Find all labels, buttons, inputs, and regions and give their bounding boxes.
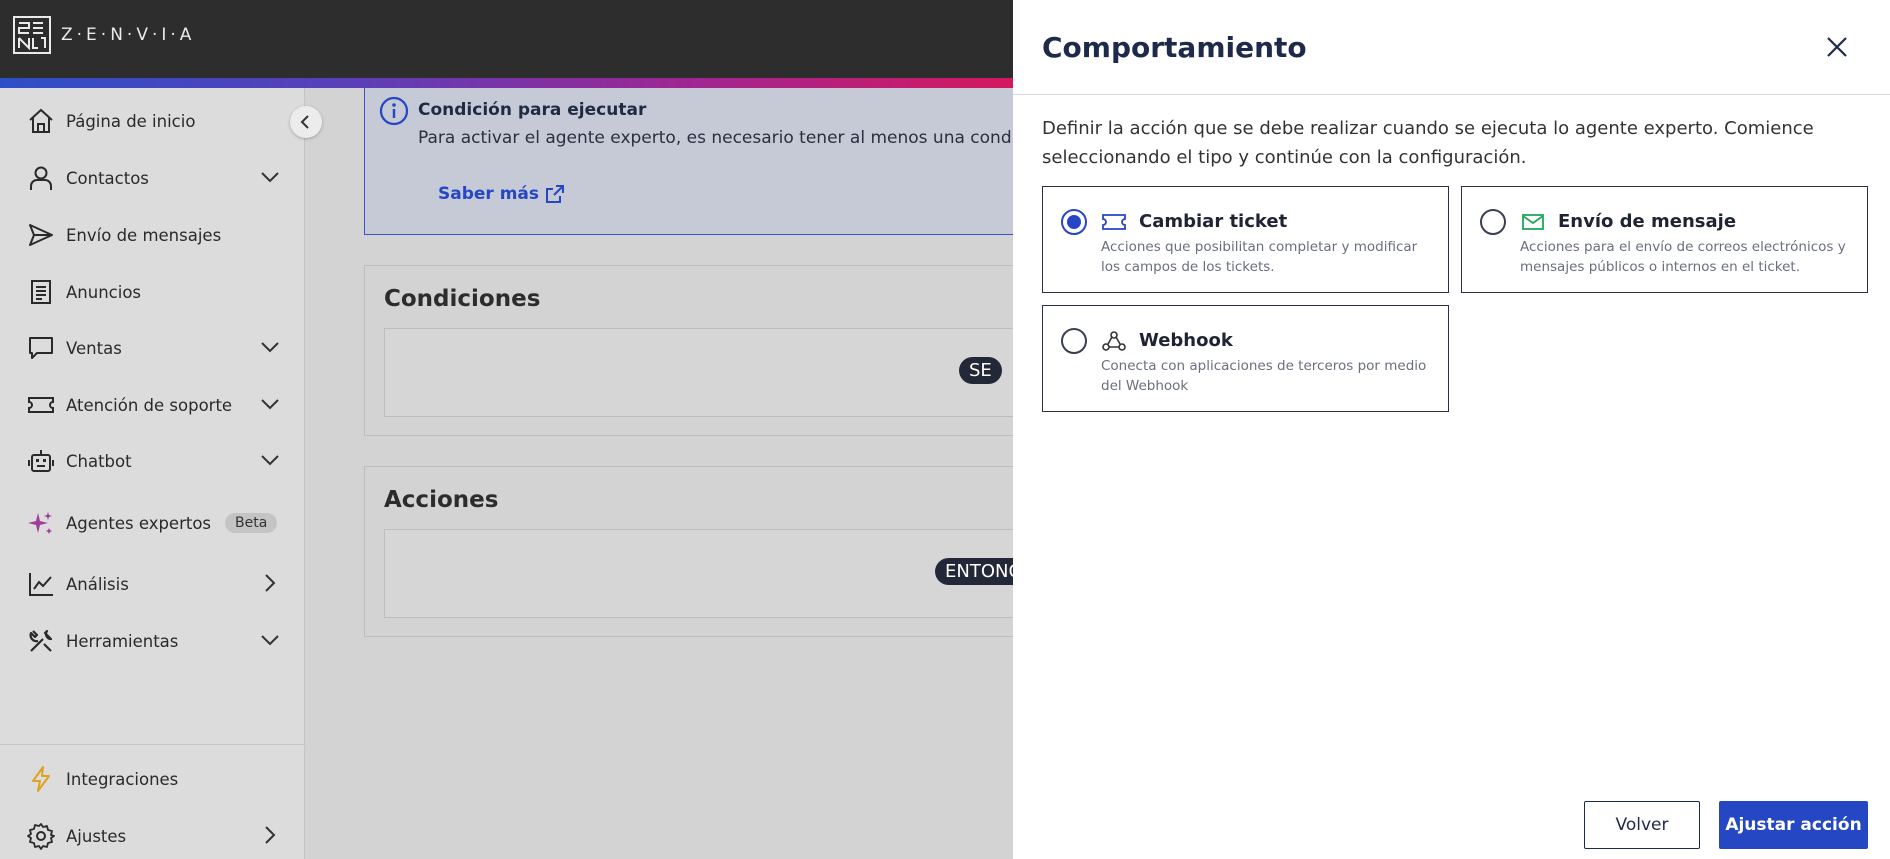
chevron-down-icon[interactable] xyxy=(259,336,281,358)
sidebar-item-expert-agents[interactable]: Agentes expertos Beta xyxy=(0,500,305,546)
option-send-message[interactable]: Envío de mensaje Acciones para el envío … xyxy=(1461,186,1868,293)
option-description: Acciones para el envío de correos electr… xyxy=(1520,239,1846,275)
behavior-drawer: Comportamiento Definir la acción que se … xyxy=(1013,0,1890,859)
gear-icon xyxy=(26,821,56,851)
webhook-icon xyxy=(1102,331,1126,351)
send-icon xyxy=(26,220,56,250)
chart-line-icon xyxy=(26,569,56,599)
back-button[interactable]: Volver xyxy=(1584,801,1700,849)
sidebar-item-label: Análisis xyxy=(66,574,129,594)
user-icon xyxy=(26,163,56,193)
then-pill: ENTONCES xyxy=(935,558,1023,585)
sidebar-item-label: Herramientas xyxy=(66,631,179,651)
info-icon xyxy=(379,96,409,126)
envelope-icon xyxy=(1522,214,1544,230)
if-pill: SE xyxy=(959,357,1002,384)
chevron-left-icon xyxy=(300,115,309,129)
document-icon xyxy=(26,277,56,307)
sidebar-item-home[interactable]: Página de inicio xyxy=(0,98,305,144)
sidebar-item-label: Integraciones xyxy=(66,769,179,789)
sidebar-item-support[interactable]: Atención de soporte xyxy=(0,382,305,428)
chevron-right-icon[interactable] xyxy=(259,824,281,846)
sidebar-item-label: Envío de mensajes xyxy=(66,225,222,245)
sidebar-item-label: Ajustes xyxy=(66,826,127,846)
drawer-divider xyxy=(1013,94,1890,95)
close-icon[interactable] xyxy=(1823,33,1851,61)
conditions-panel: Condiciones SE xyxy=(364,265,1044,436)
sparkles-icon xyxy=(26,508,56,538)
sidebar-item-contacts[interactable]: Contactos xyxy=(0,155,305,201)
lightning-icon xyxy=(26,764,56,794)
chevron-down-icon[interactable] xyxy=(259,166,281,188)
brand-logo[interactable]: Z·E·N·V·I·A xyxy=(13,16,195,54)
option-description: Conecta con aplicaciones de terceros por… xyxy=(1101,358,1427,394)
radio-selected[interactable] xyxy=(1061,209,1087,235)
sidebar-item-ads[interactable]: Anuncios xyxy=(0,269,305,315)
sidebar-item-label: Agentes expertos xyxy=(66,513,212,533)
sidebar-item-messaging[interactable]: Envío de mensajes xyxy=(0,212,305,258)
conditions-area[interactable]: SE xyxy=(384,328,1024,417)
tools-icon xyxy=(26,626,56,656)
sidebar-item-analytics[interactable]: Análisis xyxy=(0,561,305,607)
radio-unselected[interactable] xyxy=(1061,328,1087,354)
info-text: Para activar el agente experto, es neces… xyxy=(418,128,1052,148)
option-webhook[interactable]: Webhook Conecta con aplicaciones de terc… xyxy=(1042,305,1449,412)
option-title: Webhook xyxy=(1139,330,1233,351)
radio-unselected[interactable] xyxy=(1480,209,1506,235)
option-title: Envío de mensaje xyxy=(1558,211,1737,232)
beta-badge: Beta xyxy=(225,513,278,533)
sidebar-item-integrations[interactable]: Integraciones xyxy=(0,756,305,802)
sidebar-item-label: Página de inicio xyxy=(66,111,196,131)
drawer-title: Comportamiento xyxy=(1042,31,1307,64)
sidebar-item-label: Contactos xyxy=(66,168,149,188)
sidebar-item-settings[interactable]: Ajustes xyxy=(0,813,305,859)
sidebar-divider xyxy=(0,744,305,745)
drawer-description: Definir la acción que se debe realizar c… xyxy=(1042,118,1814,168)
learn-more-label: Saber más xyxy=(438,184,540,204)
chevron-down-icon[interactable] xyxy=(259,393,281,415)
option-description: Acciones que posibilitan completar y mod… xyxy=(1101,239,1418,275)
sidebar-item-label: Atención de soporte xyxy=(66,395,233,415)
robot-icon xyxy=(26,446,56,476)
home-icon xyxy=(26,106,56,136)
info-title: Condición para ejecutar xyxy=(418,100,647,120)
option-change-ticket[interactable]: Cambiar ticket Acciones que posibilitan … xyxy=(1042,186,1449,293)
learn-more-link[interactable]: Saber más xyxy=(438,184,565,204)
actions-area[interactable]: ENTONCES xyxy=(384,529,1024,618)
sidebar-item-label: Anuncios xyxy=(66,282,142,302)
info-callout: Condición para ejecutar Para activar el … xyxy=(364,88,1052,235)
actions-title: Acciones xyxy=(384,487,499,513)
chevron-right-icon[interactable] xyxy=(259,572,281,594)
actions-panel: Acciones ENTONCES xyxy=(364,466,1044,637)
option-title: Cambiar ticket xyxy=(1139,211,1288,232)
sidebar: Página de inicio Contactos Envío de mens… xyxy=(0,88,305,859)
ticket-icon xyxy=(1102,214,1126,230)
sidebar-item-chatbot[interactable]: Chatbot xyxy=(0,438,305,484)
sidebar-item-tools[interactable]: Herramientas xyxy=(0,618,305,664)
chevron-down-icon[interactable] xyxy=(259,629,281,651)
brand-gradient-line xyxy=(0,78,1013,88)
logo-mark-icon xyxy=(13,16,51,54)
sidebar-item-label: Chatbot xyxy=(66,451,132,471)
adjust-action-button[interactable]: Ajustar acción xyxy=(1719,801,1868,849)
ticket-icon xyxy=(26,390,56,420)
sidebar-item-label: Ventas xyxy=(66,338,122,358)
sidebar-item-sales[interactable]: Ventas xyxy=(0,325,305,371)
external-link-icon xyxy=(546,185,565,203)
sidebar-collapse-button[interactable] xyxy=(290,106,322,138)
brand-name: Z·E·N·V·I·A xyxy=(61,25,196,45)
chevron-down-icon[interactable] xyxy=(259,449,281,471)
conditions-title: Condiciones xyxy=(384,286,541,312)
chat-bubble-icon xyxy=(26,333,56,363)
